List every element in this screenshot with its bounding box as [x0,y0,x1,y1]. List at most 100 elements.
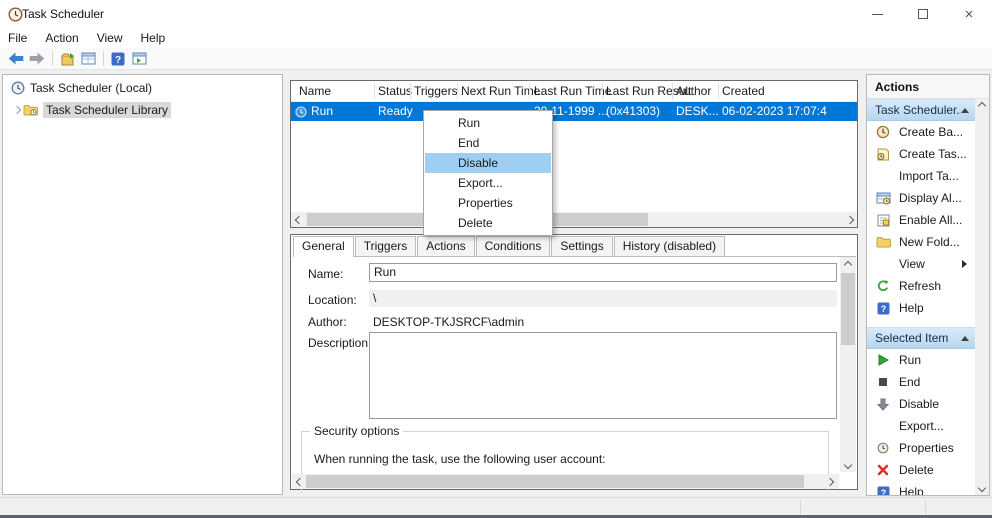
svg-text:?: ? [880,304,886,314]
column-header-last-run-time[interactable]: Last Run Time [534,81,611,102]
tab-conditions[interactable]: Conditions [476,236,551,256]
scroll-up-icon[interactable] [975,99,989,113]
menu-action[interactable]: Action [45,29,88,47]
context-menu-item-delete[interactable]: Delete [425,213,551,233]
menu-help[interactable]: Help [141,29,176,47]
action-label: Refresh [899,279,941,293]
forward-button[interactable] [27,50,47,68]
scrollbar-thumb[interactable] [306,475,804,488]
collapse-icon[interactable] [961,108,969,113]
description-field[interactable] [369,332,837,419]
action-refresh[interactable]: Refresh [867,275,975,297]
tab-settings[interactable]: Settings [551,236,612,256]
properties-icon [875,442,891,454]
scroll-right-icon[interactable] [842,212,857,227]
action-export[interactable]: Export... [867,415,975,437]
action-label: New Fold... [899,235,960,249]
name-field[interactable]: Run [369,263,837,282]
details-vertical-scrollbar[interactable] [840,257,856,472]
context-menu-item-disable[interactable]: Disable [425,153,551,173]
actions-pane-scrollbar[interactable] [975,99,989,495]
scroll-right-icon[interactable] [822,474,837,489]
author-value: DESKTOP-TKJSRCF\admin [373,315,524,330]
task-details-panel: General Triggers Actions Conditions Sett… [290,234,858,490]
action-disable[interactable]: Disable [867,393,975,415]
show-console-tree-button[interactable] [57,50,77,68]
back-button[interactable] [6,50,26,68]
delete-icon [875,464,891,476]
action-label: Create Tas... [899,147,967,161]
maximize-button[interactable] [900,0,946,28]
location-value: \ [373,291,376,305]
show-action-pane-icon [132,52,147,65]
app-clock-icon [8,7,23,22]
help-button[interactable]: ? [108,50,128,68]
scroll-up-icon[interactable] [840,257,856,272]
menu-view[interactable]: View [97,29,133,47]
toolbar-separator [103,51,104,66]
action-create-basic-task[interactable]: Create Ba... [867,121,975,143]
show-action-pane-button[interactable] [129,50,149,68]
action-label: Display Al... [899,191,962,205]
action-enable-all-tasks-history[interactable]: Enable All... [867,209,975,231]
column-header-name[interactable]: Name [299,81,331,102]
action-label: View [899,257,925,271]
column-header-created[interactable]: Created [722,81,765,102]
actions-pane-title: Actions [867,75,989,99]
cell-created: 06-02-2023 17:07:4 [722,102,827,121]
action-label: End [899,375,920,389]
table-row[interactable]: Run Ready 30-11-1999 ... (0x41303) DESK.… [291,102,857,121]
action-label: Delete [899,463,934,477]
tab-history[interactable]: History (disabled) [614,236,725,256]
action-new-folder[interactable]: New Fold... [867,231,975,253]
tree-item-task-scheduler-library[interactable]: Task Scheduler Library [3,101,282,119]
window-title: Task Scheduler [22,7,104,21]
expander-chevron-icon[interactable] [11,107,23,113]
minimize-icon [872,14,883,15]
action-help[interactable]: ? Help [867,297,975,319]
action-display-all-tasks[interactable]: Display Al... [867,187,975,209]
menu-file[interactable]: File [8,29,37,47]
section-header-label: Selected Item [875,331,961,345]
export-list-button[interactable] [78,50,98,68]
minimize-button[interactable] [854,0,900,28]
scroll-down-icon[interactable] [840,457,856,472]
tree-item-task-scheduler-local[interactable]: Task Scheduler (Local) [3,79,282,97]
context-menu-item-end[interactable]: End [425,133,551,153]
action-import-task[interactable]: Import Ta... [867,165,975,187]
export-list-icon [81,52,96,65]
action-properties[interactable]: Properties [867,437,975,459]
column-header-status[interactable]: Status [378,81,412,102]
scroll-down-icon[interactable] [975,481,989,495]
action-delete[interactable]: Delete [867,459,975,481]
tab-actions[interactable]: Actions [417,236,474,256]
tab-triggers[interactable]: Triggers [355,236,417,256]
tree-item-label: Task Scheduler (Local) [30,81,152,95]
clock-icon [11,81,25,95]
menu-bar: File Action View Help [0,28,992,48]
scroll-left-icon[interactable] [292,474,307,489]
column-header-triggers[interactable]: Triggers [414,81,458,102]
close-button[interactable]: × [946,0,992,28]
title-bar: Task Scheduler × [0,0,992,28]
scrollbar-thumb[interactable] [841,273,855,345]
actions-pane-body: Task Scheduler... Create Ba... Create Ta… [867,99,975,495]
scroll-left-icon[interactable] [291,212,306,227]
column-header-author[interactable]: Author [676,81,711,102]
action-create-task[interactable]: Create Tas... [867,143,975,165]
action-run[interactable]: Run [867,349,975,371]
section-header-selected-item[interactable]: Selected Item [867,327,975,349]
context-menu-item-properties[interactable]: Properties [425,193,551,213]
details-horizontal-scrollbar[interactable] [292,474,839,489]
tab-general[interactable]: General [293,236,354,257]
action-end[interactable]: End [867,371,975,393]
action-label: Enable All... [899,213,962,227]
action-view[interactable]: View [867,253,975,275]
collapse-icon[interactable] [961,336,969,341]
action-help-selected[interactable]: ? Help [867,481,975,495]
context-menu-item-run[interactable]: Run [425,113,551,133]
context-menu-item-export[interactable]: Export... [425,173,551,193]
task-list-horizontal-scrollbar[interactable] [291,212,857,227]
run-icon [875,354,891,366]
section-header-task-scheduler[interactable]: Task Scheduler... [867,99,975,121]
